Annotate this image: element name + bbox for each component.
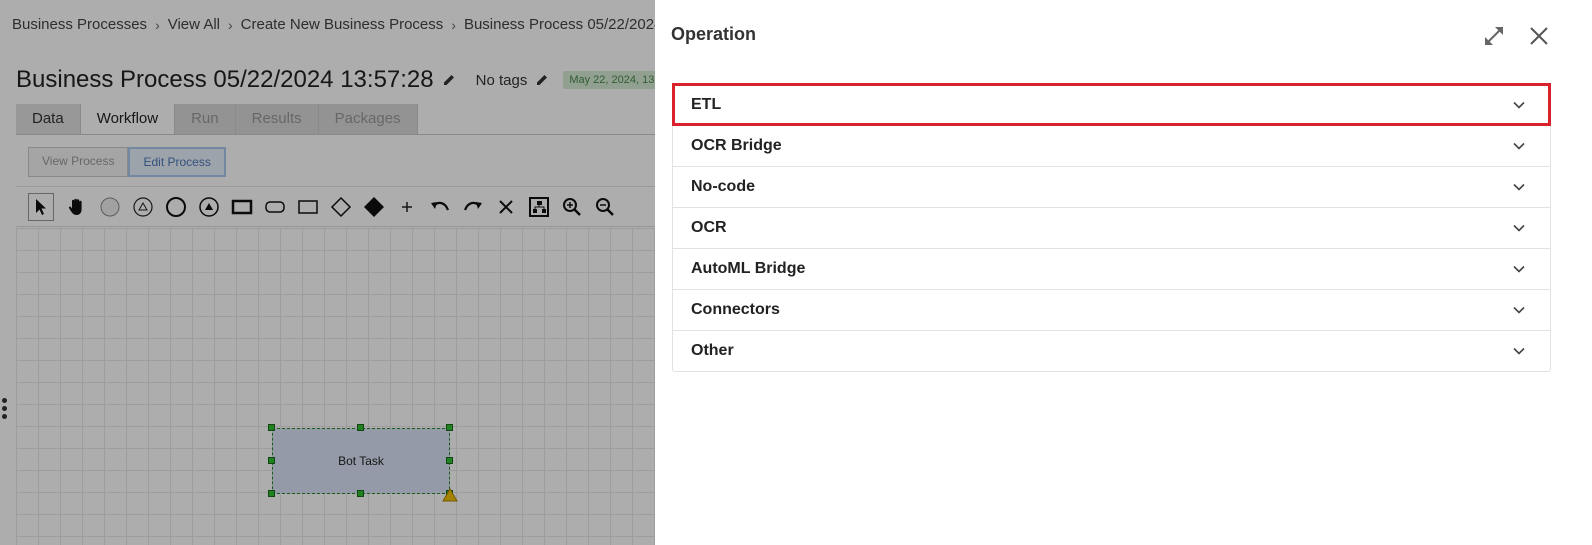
accordion-item-etl[interactable]: ETL — [672, 83, 1551, 126]
accordion-item-label: OCR Bridge — [691, 137, 782, 154]
operation-drawer: Operation ETL OCR Bridge No-code OCR Aut… — [655, 0, 1592, 545]
accordion-item-other[interactable]: Other — [673, 330, 1550, 371]
chevron-down-icon — [1513, 142, 1525, 150]
accordion-item-connectors[interactable]: Connectors — [673, 289, 1550, 330]
accordion-item-label: Connectors — [691, 301, 780, 318]
chevron-down-icon — [1513, 101, 1525, 109]
accordion-item-ocr[interactable]: OCR — [673, 207, 1550, 248]
chevron-down-icon — [1513, 224, 1525, 232]
accordion-item-no-code[interactable]: No-code — [673, 166, 1550, 207]
accordion-item-label: No-code — [691, 178, 755, 195]
accordion-item-automl-bridge[interactable]: AutoML Bridge — [673, 248, 1550, 289]
chevron-down-icon — [1513, 347, 1525, 355]
accordion-item-label: OCR — [691, 219, 727, 236]
chevron-down-icon — [1513, 306, 1525, 314]
operation-accordion: ETL OCR Bridge No-code OCR AutoML Bridge… — [672, 83, 1551, 372]
accordion-item-label: ETL — [691, 95, 722, 113]
accordion-item-label: AutoML Bridge — [691, 260, 806, 277]
accordion-item-label: Other — [691, 342, 734, 359]
drawer-title: Operation — [671, 24, 757, 44]
chevron-down-icon — [1513, 265, 1525, 273]
expand-icon[interactable] — [1482, 24, 1506, 48]
accordion-item-ocr-bridge[interactable]: OCR Bridge — [673, 125, 1550, 166]
modal-backdrop[interactable] — [0, 0, 655, 545]
close-icon[interactable] — [1528, 25, 1550, 47]
process-editor: Business Processes › View All › Create N… — [0, 0, 655, 545]
chevron-down-icon — [1513, 183, 1525, 191]
